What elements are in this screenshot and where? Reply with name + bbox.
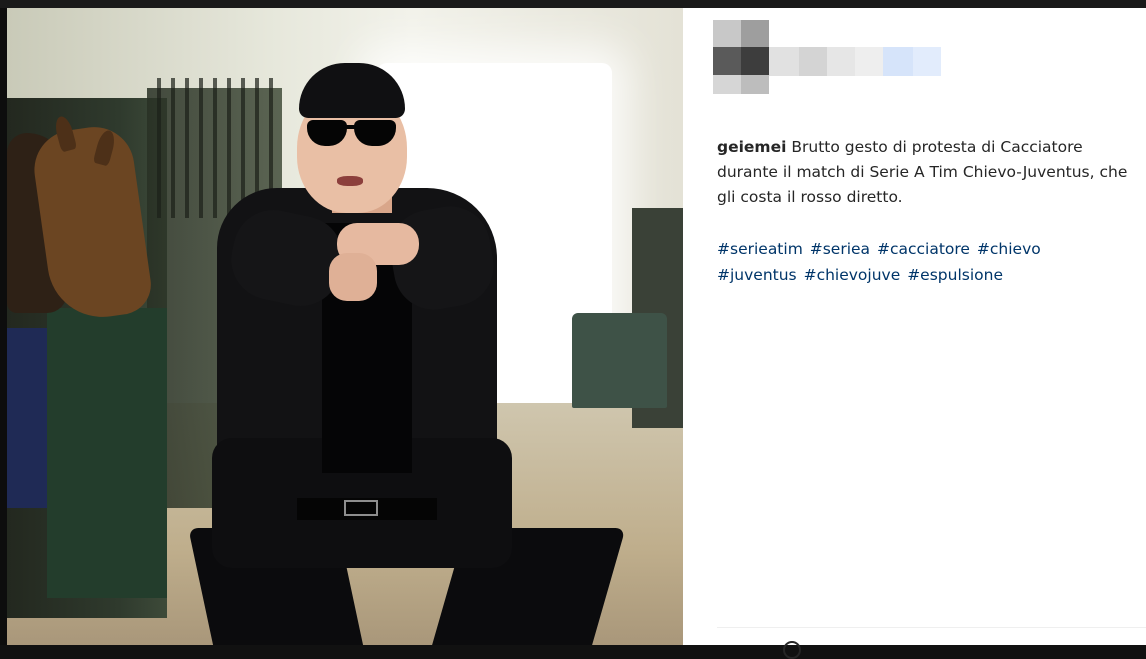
photo-blue-blanket	[7, 328, 52, 508]
hashtag-link[interactable]: #cacciatore	[877, 240, 970, 258]
post-photo[interactable]	[7, 8, 683, 645]
hashtag-list: #serieatim #seriea #cacciatore #chievo #…	[717, 236, 1142, 288]
comment-icon[interactable]	[783, 641, 801, 659]
left-edge-strip	[0, 8, 7, 645]
sunglasses-bridge	[343, 125, 357, 129]
hashtag-link[interactable]: #seriea	[810, 240, 870, 258]
photo-man-mouth	[337, 176, 363, 186]
photo-trough	[572, 313, 667, 408]
hashtag-link[interactable]: #chievojuve	[804, 266, 901, 284]
post-side-panel: geiemei Brutto gesto di protesta di Cacc…	[683, 8, 1146, 659]
pixelated-avatar-icon[interactable]	[713, 20, 769, 94]
post-caption: geiemei Brutto gesto di protesta di Cacc…	[717, 135, 1142, 210]
actions-divider	[717, 627, 1146, 628]
caption-username[interactable]: geiemei	[717, 138, 786, 156]
pixelated-username-redacted[interactable]	[769, 47, 941, 76]
photo-man-belt-buckle	[344, 500, 378, 516]
photo-green-stall-door	[47, 308, 167, 598]
hashtag-link[interactable]: #espulsione	[907, 266, 1003, 284]
hashtag-link[interactable]: #chievo	[977, 240, 1041, 258]
photo-man-lower-hand	[329, 253, 377, 301]
hashtag-link[interactable]: #juventus	[717, 266, 797, 284]
top-edge-strip	[0, 0, 1146, 8]
hashtag-link[interactable]: #serieatim	[717, 240, 803, 258]
